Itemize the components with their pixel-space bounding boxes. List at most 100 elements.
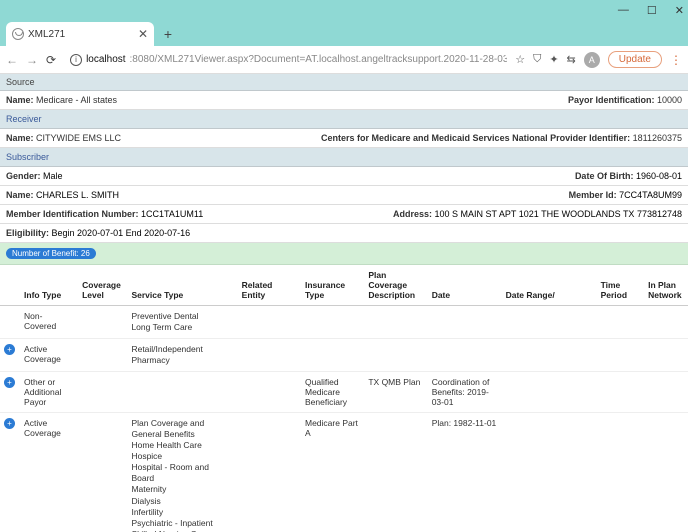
dob-value: 1960-08-01 — [636, 171, 682, 181]
cell — [364, 339, 427, 372]
gender-value: Male — [43, 171, 63, 181]
tab-title: XML271 — [28, 29, 134, 40]
cell — [78, 306, 127, 339]
cell — [597, 306, 645, 339]
address-label: Address: — [393, 209, 432, 219]
expand-icon[interactable]: + — [4, 377, 15, 388]
table-row: +Active CoveragePlan Coverage and Genera… — [0, 413, 688, 532]
column-header — [0, 265, 20, 306]
reload-button[interactable]: ⟳ — [46, 53, 56, 67]
sub-name-label: Name: — [6, 190, 34, 200]
tab-close-icon[interactable]: ✕ — [138, 27, 148, 41]
receiver-name-value: CITYWIDE EMS LLC — [36, 133, 121, 143]
cell — [78, 413, 127, 532]
cell: Active Coverage — [20, 339, 78, 372]
cell — [597, 372, 645, 413]
benefits-body: Non-CoveredPreventive DentalLong Term Ca… — [0, 306, 688, 532]
update-button[interactable]: Update — [608, 51, 662, 68]
column-header: Date — [428, 265, 502, 306]
new-tab-button[interactable]: + — [158, 24, 178, 44]
cell — [428, 339, 502, 372]
cell — [597, 339, 645, 372]
shield-icon[interactable]: ⛉ — [533, 53, 541, 66]
column-header: Info Type — [20, 265, 78, 306]
eligibility-row: Eligibility: Begin 2020-07-01 End 2020-0… — [0, 224, 688, 243]
subscriber-header: Subscriber — [0, 148, 688, 167]
bookmark-star-icon[interactable]: ☆ — [515, 53, 525, 66]
cell — [238, 306, 301, 339]
address-host: localhost — [86, 54, 125, 65]
cell — [644, 306, 688, 339]
cell — [238, 413, 301, 532]
back-button[interactable]: ← — [6, 53, 18, 67]
menu-icon[interactable]: ⋮ — [670, 53, 682, 67]
tab-strip: XML271 ✕ + — [0, 20, 688, 46]
column-header: Service Type — [127, 265, 237, 306]
receiver-header: Receiver — [0, 110, 688, 129]
cell: Medicare Part A — [301, 413, 364, 532]
cell — [502, 413, 597, 532]
sub-name-value: CHARLES L. SMITH — [36, 190, 119, 200]
extensions-icon[interactable]: ✦ — [549, 53, 558, 66]
column-header: Date Range/ — [502, 265, 597, 306]
window-maximize[interactable]: ☐ — [647, 4, 657, 17]
service-type-cell: Preventive DentalLong Term Care — [127, 306, 237, 339]
cell — [502, 339, 597, 372]
column-header: Plan Coverage Description — [364, 265, 427, 306]
expand-icon[interactable]: + — [4, 344, 15, 355]
cell — [502, 372, 597, 413]
column-header: Time Period — [597, 265, 645, 306]
source-header: Source — [0, 74, 688, 91]
address-bar[interactable]: i localhost:8080/XML271Viewer.aspx?Docum… — [64, 52, 507, 68]
service-type-cell — [127, 372, 237, 413]
column-header: In Plan Network — [644, 265, 688, 306]
cell — [238, 372, 301, 413]
benefits-header-row: Info TypeCoverage LevelService TypeRelat… — [0, 265, 688, 306]
window-minimize[interactable]: — — [618, 4, 629, 16]
benefit-count-pill: Number of Benefit: 26 — [6, 248, 96, 259]
subscriber-mid-row: Member Identification Number: 1CC1TA1UM1… — [0, 205, 688, 224]
cell — [301, 339, 364, 372]
browser-toolbar: ← → ⟳ i localhost:8080/XML271Viewer.aspx… — [0, 46, 688, 74]
table-row: +Other or Additional PayorQualified Medi… — [0, 372, 688, 413]
cell — [502, 306, 597, 339]
cell: Plan: 1982-11-01 — [428, 413, 502, 532]
forward-button[interactable]: → — [26, 53, 38, 67]
window-close[interactable]: ✕ — [675, 4, 684, 17]
globe-icon — [12, 28, 24, 40]
memberid-label: Member Id: — [569, 190, 617, 200]
expand-icon[interactable]: + — [4, 418, 15, 429]
receiver-npi-value: 1811260375 — [633, 133, 682, 143]
browser-tab[interactable]: XML271 ✕ — [6, 22, 154, 46]
page-content: Source Name: Medicare - All states Payor… — [0, 74, 688, 532]
profile-avatar[interactable]: A — [584, 52, 600, 68]
cell: Active Coverage — [20, 413, 78, 532]
receiver-row: Name: CITYWIDE EMS LLC Centers for Medic… — [0, 129, 688, 148]
dob-label: Date Of Birth: — [575, 171, 634, 181]
eligibility-value: Begin 2020-07-01 End 2020-07-16 — [52, 228, 191, 238]
service-type-cell: Retail/Independent Pharmacy — [127, 339, 237, 372]
column-header: Insurance Type — [301, 265, 364, 306]
column-header: Coverage Level — [78, 265, 127, 306]
cell: TX QMB Plan — [364, 372, 427, 413]
cell — [644, 413, 688, 532]
column-header: Related Entity — [238, 265, 301, 306]
mid-label: Member Identification Number: — [6, 209, 139, 219]
receiver-name-label: Name: — [6, 133, 34, 143]
gender-label: Gender: — [6, 171, 41, 181]
table-row: Non-CoveredPreventive DentalLong Term Ca… — [0, 306, 688, 339]
source-name-label: Name: — [6, 95, 34, 105]
table-row: + Active Coverage Retail/Independent Pharm… — [0, 339, 688, 372]
cell — [364, 306, 427, 339]
payor-id-value: 10000 — [657, 95, 682, 105]
cell — [364, 413, 427, 532]
subscriber-gender-row: Gender: Male Date Of Birth: 1960-08-01 — [0, 167, 688, 186]
benefit-count-bar: Number of Benefit: 26 — [0, 243, 688, 265]
receiver-npi-label: Centers for Medicare and Medicaid Servic… — [321, 133, 630, 143]
cell — [301, 306, 364, 339]
site-info-icon[interactable]: i — [70, 54, 82, 66]
cell — [644, 339, 688, 372]
cell — [238, 339, 301, 372]
toggle-icon[interactable]: ⇆ — [567, 53, 576, 66]
cell — [78, 339, 127, 372]
